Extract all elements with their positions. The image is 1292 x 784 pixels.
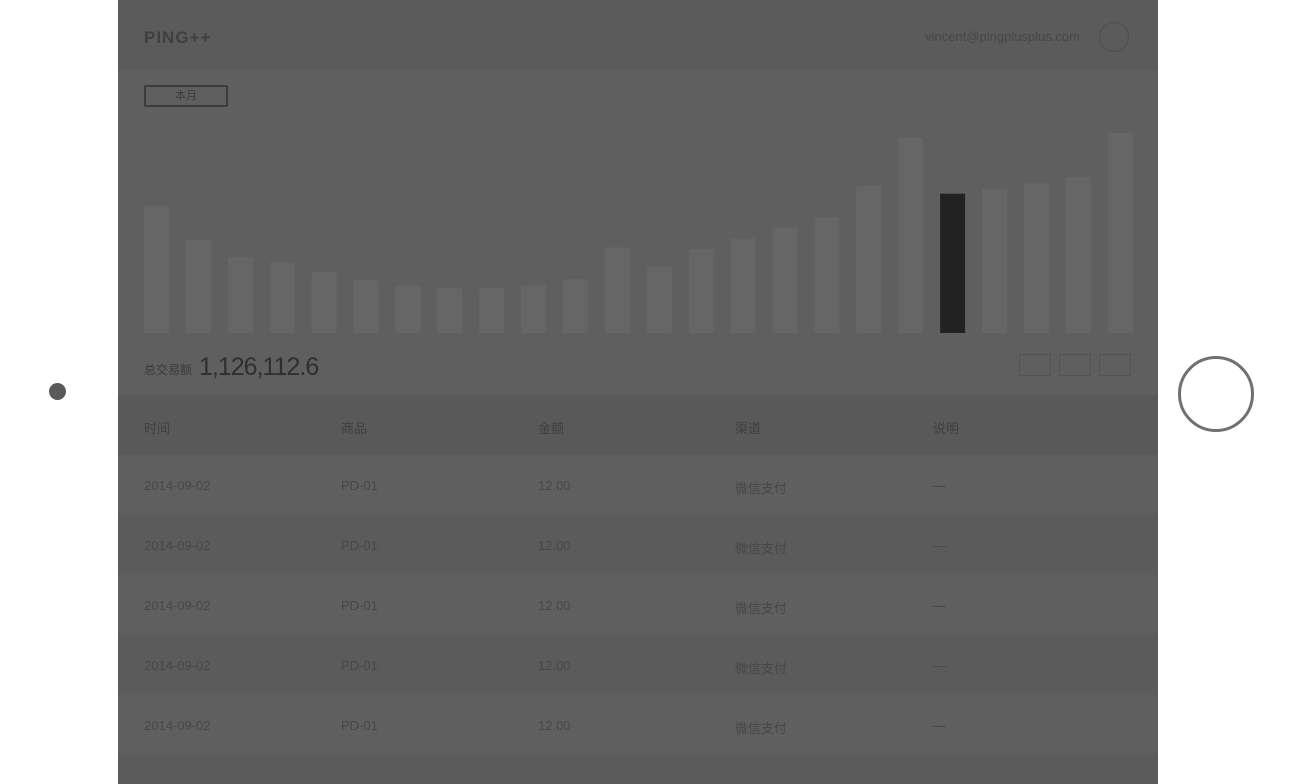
logo: PING++ (144, 28, 212, 47)
stats-label: 总交易额 (144, 363, 193, 377)
cell-channel: 微信支付 (735, 541, 788, 556)
cell-amount: 12.00 (538, 478, 571, 493)
chart-bar[interactable] (269, 262, 295, 333)
cell-time: 2014-09-02 (144, 658, 211, 673)
chart-bar[interactable] (604, 247, 630, 333)
header-note: 说明 (933, 421, 960, 436)
chart-bar[interactable] (185, 239, 211, 334)
chart-bar[interactable] (1065, 176, 1091, 333)
cell-product: PD-01 (341, 598, 378, 613)
cell-time: 2014-09-02 (144, 478, 211, 493)
cell-channel: 微信支付 (735, 601, 788, 616)
view-button-2[interactable] (1059, 354, 1091, 376)
user-email[interactable]: vincent@pingplusplus.com (925, 29, 1080, 44)
avatar[interactable] (1099, 22, 1129, 52)
cell-amount: 12.00 (538, 718, 571, 733)
chart-bar[interactable] (1023, 182, 1049, 333)
home-button[interactable] (1178, 356, 1254, 432)
chart-bar[interactable] (1107, 133, 1133, 333)
chart-bar[interactable] (395, 285, 421, 333)
cell-note: — (933, 598, 946, 613)
transactions-table: 时间 商品 金额 渠道 说明 2014-09-02 PD-01 12.00 微信… (118, 395, 1158, 784)
chart-bar[interactable] (856, 185, 882, 333)
cell-amount: 12.00 (538, 538, 571, 553)
cell-channel: 微信支付 (735, 721, 788, 736)
cell-product: PD-01 (341, 478, 378, 493)
chart-bar[interactable] (227, 257, 253, 333)
cell-amount: 12.00 (538, 598, 571, 613)
header-channel: 渠道 (735, 421, 762, 436)
cell-note: — (933, 538, 946, 553)
bar-chart (144, 133, 1133, 334)
chart-bar[interactable] (563, 279, 588, 333)
chart-bar[interactable] (982, 188, 1007, 333)
chart-bar[interactable] (479, 288, 505, 333)
cell-product: PD-01 (341, 718, 378, 733)
chart-bar[interactable] (646, 266, 672, 333)
stats: 总交易额 1,126,112.6 (144, 348, 319, 382)
chart-bar[interactable] (521, 285, 547, 333)
table-row[interactable]: 2014-09-02 PD-01 12.00 微信支付 — (118, 695, 1158, 755)
table-row[interactable]: 2014-09-02 PD-01 12.00 微信支付 — (118, 635, 1158, 695)
cell-product: PD-01 (341, 538, 378, 553)
header-amount: 金额 (538, 421, 565, 436)
front-camera-dot (49, 383, 66, 400)
table-row[interactable]: 2014-09-02 PD-01 12.00 微信支付 — (118, 575, 1158, 635)
table-row[interactable]: 2014-09-02 PD-01 12.00 微信支付 — (118, 515, 1158, 575)
cell-time: 2014-09-02 (144, 718, 211, 733)
chart-bar[interactable] (144, 205, 169, 333)
table-row[interactable]: 2014-09-02 PD-01 12.00 微信支付 — (118, 455, 1158, 515)
cell-channel: 微信支付 (735, 481, 788, 496)
tablet-screen: PING++ vincent@pingplusplus.com 本月 总交易额 … (118, 0, 1158, 784)
stats-value: 1,126,112.6 (199, 353, 319, 381)
table-header-row: 时间 商品 金额 渠道 说明 (118, 395, 1158, 455)
cell-note: — (933, 478, 946, 493)
chart-bar[interactable] (437, 288, 463, 333)
cell-product: PD-01 (341, 658, 378, 673)
chart-bar[interactable] (311, 272, 337, 333)
period-button[interactable]: 本月 (144, 85, 228, 107)
view-button-3[interactable] (1099, 354, 1131, 376)
chart-bar[interactable] (688, 249, 714, 333)
header-time: 时间 (144, 421, 171, 436)
chart-bar[interactable] (730, 238, 756, 334)
chart-bar[interactable] (940, 193, 966, 333)
cell-time: 2014-09-02 (144, 598, 211, 613)
chart-bar[interactable] (814, 217, 840, 333)
chart-bar[interactable] (772, 227, 798, 334)
chart-bar[interactable] (353, 280, 379, 333)
cell-note: — (933, 718, 946, 733)
cell-amount: 12.00 (538, 658, 571, 673)
header-product: 商品 (341, 421, 368, 436)
view-button-1[interactable] (1019, 354, 1051, 376)
cell-time: 2014-09-02 (144, 538, 211, 553)
chart-bar[interactable] (898, 138, 924, 333)
top-bar: PING++ vincent@pingplusplus.com (118, 0, 1158, 70)
cell-note: — (933, 658, 946, 673)
table-row-partial (118, 755, 1158, 784)
cell-channel: 微信支付 (735, 661, 788, 676)
